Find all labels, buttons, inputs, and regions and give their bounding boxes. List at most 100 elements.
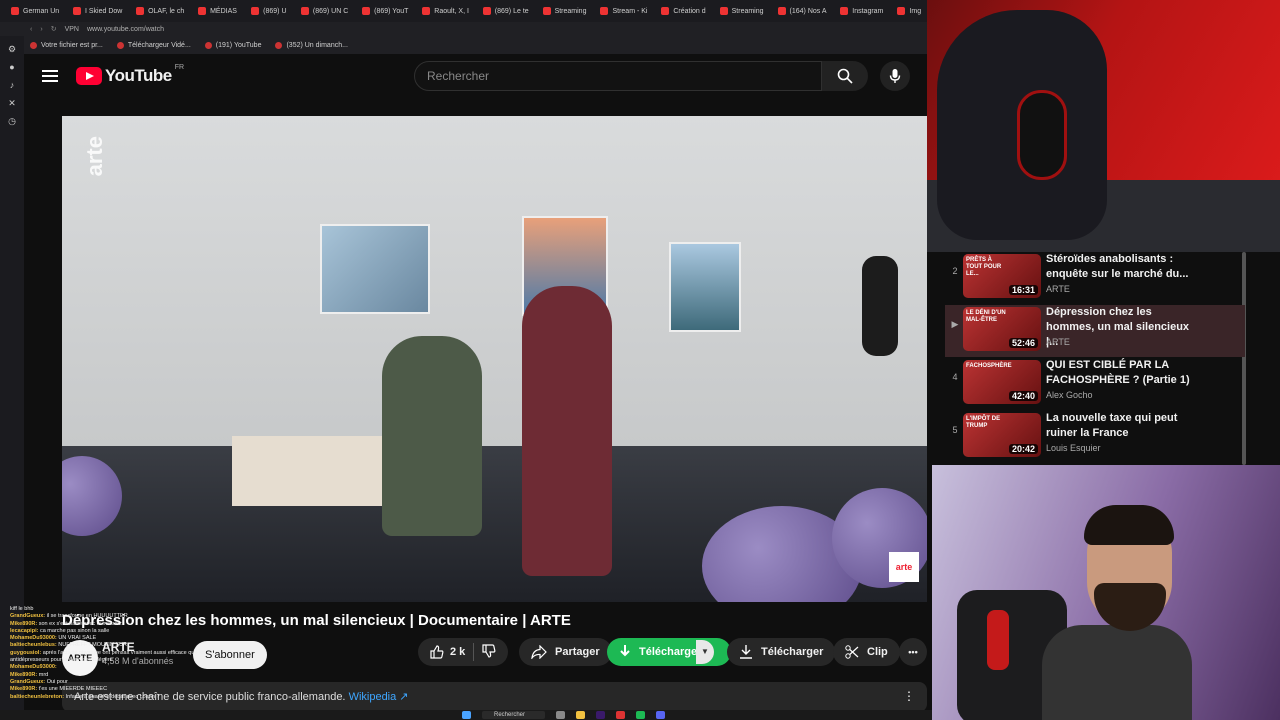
voice-search-button[interactable]	[880, 61, 910, 91]
playlist-channel[interactable]: Louis Esquier	[1046, 443, 1101, 453]
bookmark-icon	[30, 41, 37, 49]
chat-message: GrandGueux: Oui pour	[10, 679, 240, 686]
divider	[473, 643, 475, 661]
tab-label: Instagram	[852, 7, 884, 15]
browser-tab-bar: German Un I Skied Dow OLAF, le ch MÉDIAS (86…	[0, 0, 927, 22]
playlist-video-title[interactable]: QUI EST CIBLÉ PAR LA FACHOSPHÈRE ? (Part…	[1046, 358, 1196, 388]
playlist-channel[interactable]: ARTE	[1046, 337, 1070, 347]
premiere-icon[interactable]	[596, 711, 606, 719]
bookmark-3[interactable]: (191) YouTube	[204, 41, 261, 49]
history-icon[interactable]: ◷	[7, 116, 17, 126]
task-view-icon[interactable]	[556, 711, 566, 719]
search-button[interactable]	[822, 61, 868, 91]
dislike-button[interactable]	[482, 643, 496, 661]
playlist-thumbnail[interactable]: LE DÉNI D'UN MAL-ÊTRE 52:46	[963, 307, 1041, 351]
person-red-shirt	[522, 286, 612, 576]
more-icon: •••	[908, 647, 918, 657]
file-explorer-icon[interactable]	[576, 711, 586, 719]
youtube-logo[interactable]: YouTube FR	[76, 64, 184, 86]
search-input[interactable]: Rechercher	[414, 61, 822, 91]
wikipedia-link[interactable]: Wikipedia ↗	[349, 691, 409, 703]
playlist-thumbnail[interactable]: PRÊTS À TOUT POUR LE... 16:31	[963, 254, 1041, 298]
browser-tab[interactable]: (869) Le te	[476, 2, 534, 20]
browser-tab[interactable]: Instagram	[833, 2, 888, 20]
browser-tab[interactable]: Création d	[654, 2, 710, 20]
chat-message: lecacapipi: ca marche pas sinon la salle	[10, 628, 240, 635]
discord-icon[interactable]	[656, 711, 666, 719]
bookmark-icon	[116, 41, 124, 49]
browser-tab[interactable]: Streaming	[536, 2, 592, 20]
x-icon[interactable]: ✕	[7, 98, 17, 108]
browser-tab[interactable]: Raoult, X, I	[415, 2, 474, 20]
tab-label: Streaming	[731, 7, 764, 15]
vpn-badge[interactable]: VPN	[65, 26, 79, 33]
bookmark-1[interactable]: Votre fichier est pr...	[30, 41, 103, 49]
download-arrow-icon	[620, 645, 630, 657]
reload-icon[interactable]: ↻	[51, 25, 57, 33]
tiktok-icon[interactable]: ♪	[7, 80, 17, 90]
back-icon[interactable]: ‹	[30, 26, 32, 33]
browser-tab[interactable]: Img	[890, 2, 927, 20]
clip-button[interactable]: Clip	[833, 638, 900, 666]
browser-tab[interactable]: (164) Nos A	[771, 2, 832, 20]
youtube-header: YouTube FR Rechercher	[24, 54, 927, 110]
video-player[interactable]: arte arte	[62, 116, 927, 602]
playlist-item[interactable]: 5 L'IMPÔT DE TRUMP 20:42 La nouvelle taxe q…	[945, 411, 1245, 463]
chat-username: MohameDu93000:	[10, 635, 57, 642]
messenger-icon[interactable]: ●	[7, 62, 17, 72]
app-icon[interactable]	[616, 711, 626, 719]
browser-tab[interactable]: OLAF, le ch	[129, 2, 189, 20]
playlist-index: ▶	[951, 319, 959, 329]
browser-tab[interactable]: German Un	[4, 2, 64, 20]
windows-start-icon[interactable]	[462, 711, 471, 719]
forward-icon[interactable]: ›	[40, 26, 42, 33]
more-vertical-icon[interactable]: ⋮	[903, 689, 915, 703]
playlist-item[interactable]: 4 FACHOSPHÈRE 42:40 QUI EST CIBLÉ PAR LA FA…	[945, 358, 1245, 410]
chat-message: guygousiol: aprés l'activité physique on…	[10, 650, 240, 665]
tab-favicon-icon	[840, 7, 849, 15]
playlist-index: 4	[952, 372, 958, 382]
url-text[interactable]: www.youtube.com/watch	[87, 26, 164, 33]
playlist-item[interactable]: ▶ LE DÉNI D'UN MAL-ÊTRE 52:46 Dépression ch…	[945, 305, 1245, 357]
bookmark-icon	[204, 41, 212, 49]
menu-icon[interactable]	[42, 70, 58, 82]
taskbar-search[interactable]: Rechercher	[482, 711, 546, 719]
browser-tab[interactable]: Streaming	[713, 2, 769, 20]
playlist-index: 2	[952, 266, 958, 276]
tab-favicon-icon	[482, 7, 491, 15]
playlist-video-title[interactable]: La nouvelle taxe qui peut ruiner la Fran…	[1046, 411, 1196, 441]
tab-favicon-icon	[422, 7, 431, 15]
stream-chat-overlay: kiff le bhb GrandGueux: il se transforme …	[10, 606, 240, 701]
playlist-thumbnail[interactable]: L'IMPÔT DE TRUMP 20:42	[963, 413, 1041, 457]
browser-tab[interactable]: (869) U	[244, 2, 292, 20]
download-button[interactable]: Télécharger	[727, 638, 836, 666]
browser-tab[interactable]: Stream - Ki	[593, 2, 652, 20]
more-actions-button[interactable]: •••	[899, 638, 927, 666]
like-dislike-group: 2 k	[418, 638, 509, 666]
bookmark-4[interactable]: (352) Un dimanch...	[275, 41, 348, 49]
playlist-thumbnail[interactable]: FACHOSPHÈRE 42:40	[963, 360, 1041, 404]
tab-favicon-icon	[719, 7, 728, 15]
spotify-icon[interactable]	[636, 711, 646, 719]
chat-message: Mike890R: mrd	[10, 672, 240, 679]
settings-icon[interactable]: ⚙	[7, 44, 17, 54]
playlist-channel[interactable]: ARTE	[1046, 284, 1070, 294]
playlist-item[interactable]: 2 PRÊTS À TOUT POUR LE... 16:31 Stéroïdes a…	[945, 252, 1245, 304]
tab-label: MÉDIAS	[210, 7, 237, 15]
browser-tab[interactable]: (869) UN C	[294, 2, 353, 20]
browser-tab[interactable]: (869) YouT	[355, 2, 413, 20]
address-bar[interactable]: ‹ › ↻ VPN www.youtube.com/watch	[0, 22, 927, 36]
playlist-video-title[interactable]: Stéroïdes anabolisants : enquête sur le …	[1046, 252, 1196, 282]
share-button[interactable]: Partager	[519, 638, 612, 666]
thumbnail-caption: LE DÉNI D'UN MAL-ÊTRE	[966, 310, 1006, 323]
poster-mountain	[669, 242, 741, 332]
playlist-channel[interactable]: Alex Gocho	[1046, 390, 1093, 400]
chat-username: guygousiol:	[10, 649, 42, 656]
browser-tab[interactable]: MÉDIAS	[191, 2, 242, 20]
chat-text: Oui pour	[46, 678, 68, 685]
windows-taskbar: Rechercher	[0, 710, 932, 720]
browser-tab[interactable]: I Skied Dow	[66, 2, 127, 20]
chat-text: t'es une MIEERDE MIEEEC	[38, 686, 108, 693]
bookmark-2[interactable]: Téléchargeur Vidé...	[116, 41, 191, 49]
like-button[interactable]: 2 k	[430, 645, 465, 659]
